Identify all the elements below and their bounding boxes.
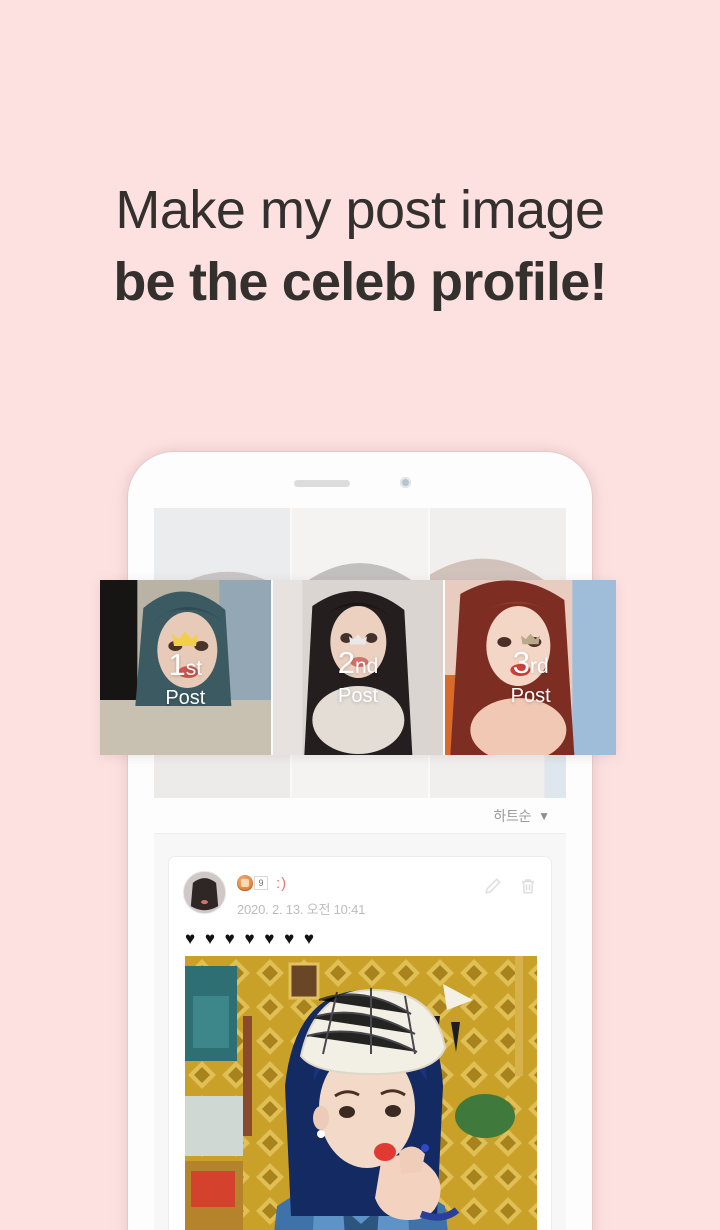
trash-icon[interactable] — [519, 877, 537, 895]
phone-top-bezel — [128, 452, 592, 508]
user-nickname: :) — [276, 874, 288, 892]
hearts-text: ♥ ♥ ♥ ♥ ♥ ♥ ♥ — [185, 929, 317, 948]
rank-card-2[interactable]: 2nd Post — [272, 580, 446, 755]
post-actions — [484, 871, 537, 895]
badge-count: 9 — [254, 876, 268, 890]
medal-badge-icon: 9 — [237, 875, 268, 891]
post-card[interactable]: 9 :) 2020. 2. 13. 오전 10:41 ♥ ♥ ♥ ♥ ♥ ♥ ♥ — [168, 856, 552, 1230]
speaker-grille-icon — [294, 480, 350, 487]
post-timestamp: 2020. 2. 13. 오전 10:41 — [237, 902, 366, 917]
rank-label-3: Post — [510, 685, 551, 707]
post-author-row: 9 :) — [237, 873, 484, 893]
chevron-down-icon: ▼ — [538, 808, 550, 823]
post-photo[interactable] — [185, 956, 537, 1230]
rank-content-3: 3rd Post — [511, 633, 551, 708]
rank-number-1: 1st — [168, 647, 203, 682]
rank-label-2: Post — [337, 684, 379, 707]
post-meta: 9 :) 2020. 2. 13. 오전 10:41 — [237, 871, 484, 918]
headline-line-1: Make my post image — [115, 180, 605, 240]
headline-line-2: be the celeb profile! — [113, 251, 607, 312]
rank-card-3[interactable]: 3rd Post — [445, 580, 617, 755]
crown-icon — [172, 631, 199, 646]
medal-icon-shape — [237, 875, 253, 891]
rank-number-3: 3rd — [512, 645, 549, 680]
avatar[interactable] — [183, 871, 226, 914]
rank-content-2: 2nd Post — [337, 633, 379, 708]
phone-mockup: 하트순 ▼ 9:) 2020. 2. 13. 오전 10:41 ♥ ♥ ♥ ♥… — [128, 452, 592, 1230]
front-camera-icon — [400, 477, 411, 488]
post-header: 9 :) 2020. 2. 13. 오전 10:41 — [169, 857, 551, 918]
rank-number-2: 2nd — [337, 644, 379, 680]
page-headline: Make my post image be the celeb profile! — [0, 178, 720, 316]
pencil-icon[interactable] — [484, 877, 502, 895]
ranking-row: 1st Post 2nd Post 3rd Post — [100, 580, 617, 755]
rank-card-1[interactable]: 1st Post — [100, 580, 273, 755]
rank-content-1: 1st Post — [165, 631, 205, 710]
rank-label-1: Post — [165, 687, 206, 709]
sort-bar[interactable]: 하트순 ▼ — [154, 798, 566, 834]
sort-label: 하트순 — [493, 807, 532, 824]
